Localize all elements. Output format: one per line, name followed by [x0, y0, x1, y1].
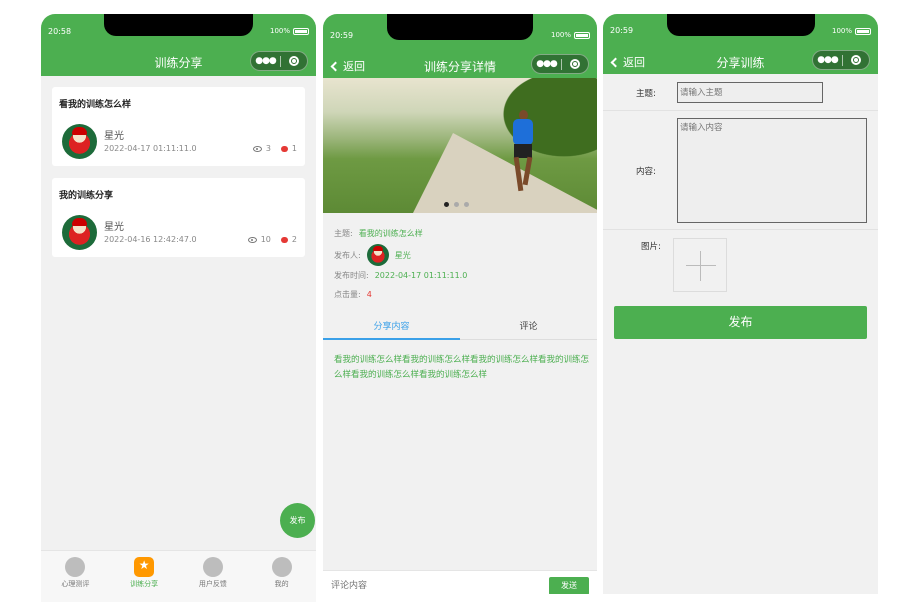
view-count: 10 [260, 235, 271, 244]
camera-notch [104, 14, 253, 36]
avatar [62, 124, 97, 159]
status-battery: 100% [270, 27, 309, 35]
status-time: 20:59 [610, 26, 634, 35]
clicks-row: 点击量: 4 [334, 290, 372, 299]
comment-count: 1 [291, 144, 297, 153]
tab-mine[interactable]: 我的 [247, 551, 316, 602]
tab-label: 用户反馈 [198, 580, 227, 588]
close-circle-icon[interactable] [570, 59, 580, 69]
camera-notch [667, 14, 815, 36]
post-card[interactable]: 我的训练分享 星光 2022-04-16 12:42:47.0 10 2 [52, 178, 305, 257]
post-title: 我的训练分享 [59, 191, 114, 201]
image-upload-button[interactable] [673, 238, 727, 292]
topic-label: 主题: [636, 89, 656, 99]
more-icon[interactable]: ●●● [813, 55, 842, 65]
road-shape [413, 133, 597, 213]
topic-row: 主题: [603, 74, 878, 111]
tab-label: 训练分享 [130, 580, 159, 588]
comment-icon [280, 236, 288, 243]
user-icon [271, 557, 292, 577]
author-row: 发布人: 星光 [334, 244, 411, 266]
battery-icon [293, 27, 309, 35]
more-icon[interactable]: ●●● [532, 59, 561, 69]
close-circle-icon[interactable] [851, 55, 861, 65]
battery-icon [574, 31, 590, 39]
nav-header: 20:58 100% 训练分享 ●●● [41, 14, 316, 76]
tab-assessment[interactable]: 心理测评 [41, 551, 110, 602]
close-circle-icon[interactable] [289, 56, 299, 66]
image-label: 图片: [641, 242, 661, 252]
capsule-divider [280, 55, 281, 67]
topic-input[interactable] [677, 82, 823, 103]
detail-tabs: 分享内容 评论 [323, 316, 597, 340]
tab-label: 心理测评 [61, 580, 90, 588]
stage: 20:58 100% 训练分享 ●●● 看我的训练怎么样 星光 2022-04-… [0, 0, 903, 608]
share-detail-screen: 20:59 100% 返回 训练分享详情 ●●● 主题: 看我的训练怎么样 发布人… [323, 14, 597, 594]
battery-icon [855, 27, 871, 35]
eye-icon [247, 236, 257, 243]
feedback-icon [202, 557, 223, 577]
post-author: 星光 [104, 131, 124, 142]
tab-feedback[interactable]: 用户反馈 [179, 551, 248, 602]
avatar [62, 215, 97, 250]
comment-input[interactable] [331, 580, 531, 590]
share-content-text: 看我的训练怎么样看我的训练怎么样看我的训练怎么样看我的训练怎么样看我的训练怎么样… [334, 355, 590, 380]
post-stats: 10 2 [247, 235, 297, 244]
avatar [366, 244, 389, 266]
mini-program-capsule[interactable]: ●●● [812, 50, 870, 70]
carousel-indicator [444, 202, 469, 207]
eye-icon [252, 145, 262, 152]
status-time: 20:59 [330, 31, 354, 40]
content-label: 内容: [636, 167, 656, 177]
runner-figure [509, 110, 539, 200]
post-stats: 3 1 [252, 144, 297, 153]
pencil-icon [65, 557, 86, 577]
mini-program-capsule[interactable]: ●●● [531, 54, 589, 74]
tab-label: 我的 [274, 580, 289, 588]
tab-comments[interactable]: 评论 [460, 316, 597, 339]
post-time: 2022-04-16 12:42:47.0 [104, 235, 197, 244]
mini-program-capsule[interactable]: ●●● [250, 51, 308, 71]
image-carousel[interactable] [323, 78, 597, 213]
comment-count: 2 [291, 235, 297, 244]
status-time: 20:58 [48, 27, 72, 36]
publish-fab-button[interactable]: 发布 [280, 503, 315, 538]
comment-icon [280, 145, 288, 152]
tab-bar: 心理测评 训练分享 用户反馈 我的 [41, 550, 316, 602]
view-count: 3 [265, 144, 271, 153]
publish-button[interactable]: 发布 [614, 306, 867, 339]
nav-header: 20:59 100% 返回 分享训练 ●●● [603, 14, 878, 74]
capsule-divider [561, 58, 562, 70]
post-card[interactable]: 看我的训练怎么样 星光 2022-04-17 01:11:11.0 3 1 [52, 87, 305, 166]
nav-header: 20:59 100% 返回 训练分享详情 ●●● [323, 14, 597, 78]
tab-training-share[interactable]: 训练分享 [110, 551, 179, 602]
content-row: 内容: [603, 111, 878, 230]
status-battery: 100% [832, 27, 871, 35]
star-icon [134, 557, 155, 577]
post-title: 看我的训练怎么样 [59, 100, 132, 110]
more-icon[interactable]: ●●● [251, 56, 280, 66]
status-battery: 100% [551, 31, 590, 39]
post-author: 星光 [104, 222, 124, 233]
share-list-screen: 20:58 100% 训练分享 ●●● 看我的训练怎么样 星光 2022-04-… [41, 14, 316, 602]
content-textarea[interactable] [677, 118, 867, 223]
comment-bar: 发送 [323, 570, 597, 594]
topic-row: 主题: 看我的训练怎么样 [334, 229, 423, 238]
capsule-divider [842, 54, 843, 66]
time-row: 发布时间: 2022-04-17 01:11:11.0 [334, 271, 468, 280]
post-time: 2022-04-17 01:11:11.0 [104, 144, 197, 153]
tab-share-content[interactable]: 分享内容 [323, 316, 460, 340]
send-button[interactable]: 发送 [549, 577, 589, 594]
camera-notch [387, 14, 533, 40]
share-training-form-screen: 20:59 100% 返回 分享训练 ●●● 主题: 内容: 图片: 发布 [603, 14, 878, 594]
